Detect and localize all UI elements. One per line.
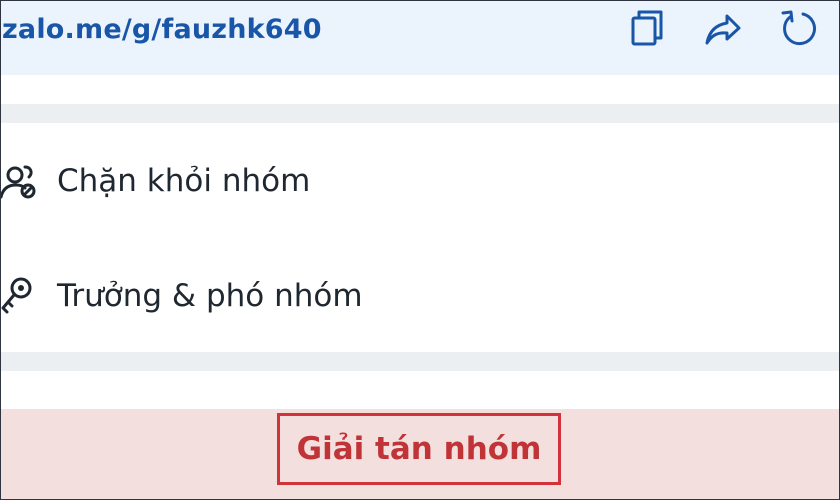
menu-item-label: Trưởng & phó nhóm (57, 278, 363, 314)
section-divider (1, 104, 839, 123)
disband-group-label: Giải tán nhóm (296, 431, 542, 467)
share-icon[interactable] (703, 8, 743, 48)
disband-group-button[interactable]: Giải tán nhóm (277, 413, 561, 485)
group-settings-panel: zalo.me/g/fauzhk640 Chặn khỏi nhóm Trưởn… (0, 0, 840, 500)
group-link-bar: zalo.me/g/fauzhk640 (1, 1, 839, 75)
key-icon (1, 277, 32, 314)
menu-item-block-from-group[interactable]: Chặn khỏi nhóm (1, 123, 839, 237)
users-block-icon (1, 165, 36, 199)
reset-icon[interactable] (779, 8, 819, 48)
menu-item-owner-deputy[interactable]: Trưởng & phó nhóm (1, 238, 839, 352)
group-link-text[interactable]: zalo.me/g/fauzhk640 (2, 11, 322, 49)
menu-item-label: Chặn khỏi nhóm (57, 163, 311, 199)
section-divider (1, 352, 839, 371)
copy-icon[interactable] (627, 8, 667, 48)
